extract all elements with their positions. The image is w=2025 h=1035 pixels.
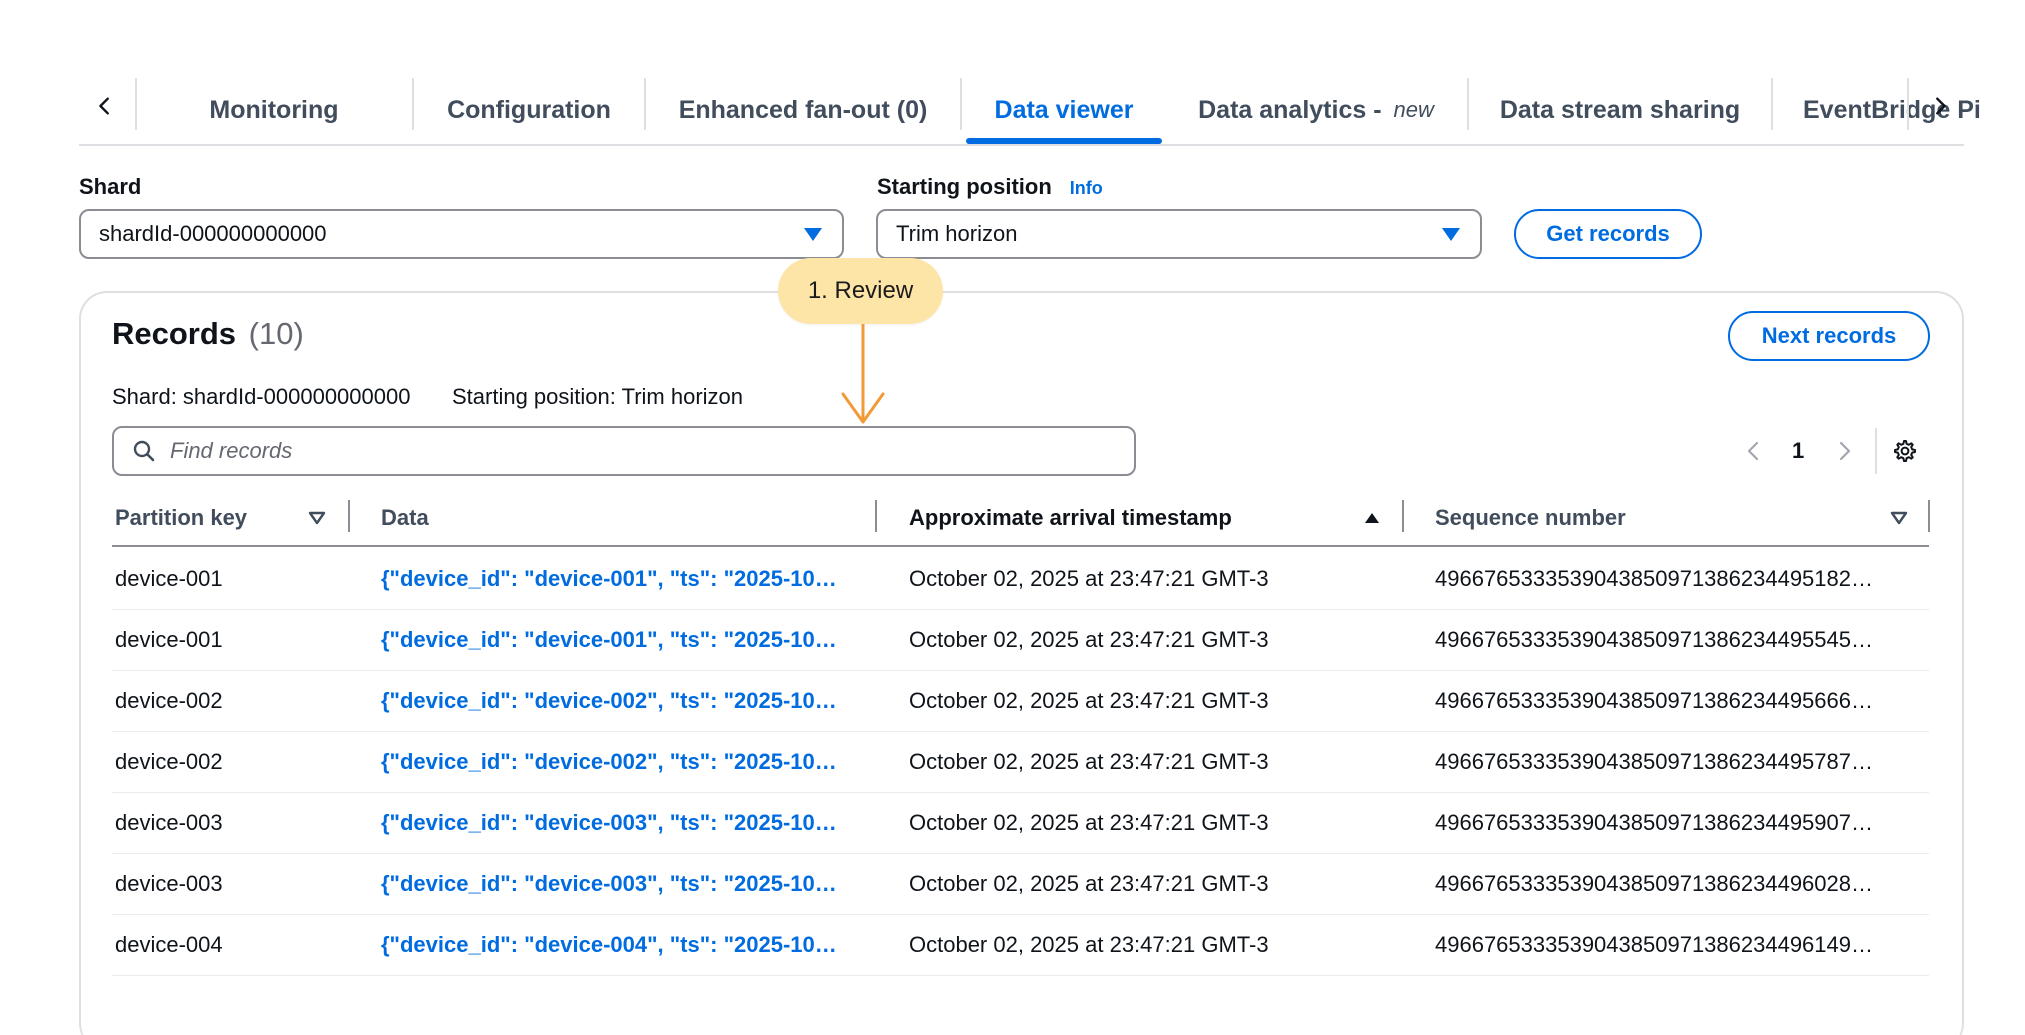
table-row: device-002 {"device_id": "device-002", "t… [112, 732, 1929, 793]
sequence-number-cell: 4966765333539043850971386234495545… [1435, 627, 1874, 652]
data-cell-link[interactable]: {"device_id": "device-002", "ts": "2025-… [381, 671, 856, 731]
partition-key-cell: device-001 [115, 566, 223, 591]
search-field[interactable] [112, 426, 1136, 476]
pager-divider [1875, 428, 1877, 474]
starting-position-select-value: Trim horizon [896, 221, 1018, 246]
starting-position-select[interactable]: Trim horizon [876, 209, 1482, 259]
data-cell-link[interactable]: {"device_id": "device-002", "ts": "2025-… [381, 732, 856, 792]
sequence-number-cell: 4966765333539043850971386234495907… [1435, 810, 1874, 835]
sequence-number-cell: 4966765333539043850971386234495666… [1435, 688, 1874, 713]
table-row: device-004 {"device_id": "device-004", "t… [112, 915, 1929, 976]
tab-configuration[interactable]: Configuration [416, 76, 642, 144]
arrival-timestamp-cell: October 02, 2025 at 23:47:21 GMT-3 [909, 688, 1269, 713]
column-header-sequence-number[interactable]: Sequence number [1435, 500, 1626, 536]
previous-page-button[interactable] [1742, 426, 1766, 476]
tab-divider [135, 78, 137, 130]
tab-data-analytics-label: Data analytics - [1198, 95, 1382, 124]
tab-bar: Monitoring Configuration Enhanced fan-ou… [79, 76, 1981, 146]
partition-key-cell: device-004 [115, 932, 223, 957]
chevron-left-icon [1747, 441, 1759, 461]
partition-key-cell: device-001 [115, 627, 223, 652]
column-divider[interactable] [1928, 500, 1930, 532]
chevron-right-icon [1839, 441, 1851, 461]
data-cell-link[interactable]: {"device_id": "device-001", "ts": "2025-… [381, 549, 856, 609]
partition-key-cell: device-002 [115, 688, 223, 713]
tab-divider [1467, 78, 1469, 130]
tab-data-viewer[interactable]: Data viewer [964, 76, 1164, 144]
tab-divider [412, 78, 414, 130]
caret-down-icon [804, 228, 822, 241]
table-row: device-003 {"device_id": "device-003", "t… [112, 793, 1929, 854]
table-header-border [112, 545, 1929, 547]
partition-key-cell: device-002 [115, 749, 223, 774]
sequence-number-cell: 49667653335390438509713862344951​82… [1435, 566, 1874, 591]
chevron-left-icon [99, 97, 109, 115]
sort-unsorted-icon[interactable] [1889, 508, 1909, 528]
tab-data-stream-sharing[interactable]: Data stream sharing [1471, 76, 1769, 144]
column-header-data: Data [381, 505, 429, 530]
gear-icon [1894, 440, 1916, 462]
table-row: device-001 {"device_id": "device-001", "t… [112, 549, 1929, 610]
records-title-text: Records [112, 316, 237, 351]
shard-select[interactable]: shardId-000000000000 [79, 209, 844, 259]
chevron-right-icon [1936, 97, 1946, 115]
shard-label: Shard [79, 174, 142, 199]
data-viewer-page: Monitoring Configuration Enhanced fan-ou… [0, 0, 2025, 1035]
data-cell-link[interactable]: {"device_id": "device-004", "ts": "2025-… [381, 915, 856, 975]
tab-data-analytics[interactable]: Data analytics - new [1166, 76, 1466, 144]
starting-position-label: Starting position Info [877, 174, 1103, 200]
search-icon [133, 440, 155, 462]
next-page-button[interactable] [1832, 426, 1856, 476]
review-callout: 1. Review [778, 258, 943, 324]
starting-position-label-text: Starting position [877, 174, 1052, 199]
column-divider[interactable] [1402, 500, 1404, 532]
get-records-button[interactable]: Get records [1514, 209, 1702, 259]
table-row: device-002 {"device_id": "device-002", "t… [112, 671, 1929, 732]
sequence-number-cell: 4966765333539043850971386234496028… [1435, 871, 1874, 896]
partition-key-cell: device-003 [115, 810, 223, 835]
partition-key-cell: device-003 [115, 871, 223, 896]
column-header-partition-key[interactable]: Partition key [115, 500, 247, 536]
callout-arrow-icon [841, 324, 885, 424]
sort-ascending-icon[interactable] [1362, 508, 1382, 528]
shard-select-value: shardId-000000000000 [99, 221, 327, 246]
arrival-timestamp-cell: October 02, 2025 at 23:47:21 GMT-3 [909, 627, 1269, 652]
tab-divider [644, 78, 646, 130]
page-number-button[interactable]: 1 [1792, 426, 1804, 476]
table-row: device-001 {"device_id": "device-001", "t… [112, 610, 1929, 671]
tab-scroll-left-button[interactable] [85, 84, 125, 128]
tab-enhanced-fan-out[interactable]: Enhanced fan-out (0) [648, 76, 958, 144]
table-row: device-003 {"device_id": "device-003", "t… [112, 854, 1929, 915]
search-input[interactable] [170, 438, 1070, 464]
tab-scroll-right-button[interactable] [1920, 84, 1960, 128]
data-cell-link[interactable]: {"device_id": "device-003", "ts": "2025-… [381, 854, 856, 914]
shard-meta: Shard: shardId-000000000000 [112, 384, 411, 409]
data-cell-link[interactable]: {"device_id": "device-003", "ts": "2025-… [381, 793, 856, 853]
column-divider[interactable] [875, 500, 877, 532]
caret-down-icon [1442, 228, 1460, 241]
arrival-timestamp-cell: October 02, 2025 at 23:47:21 GMT-3 [909, 749, 1269, 774]
column-header-arrival-timestamp[interactable]: Approximate arrival timestamp [909, 500, 1232, 536]
tab-divider [1771, 78, 1773, 130]
new-badge: new [1393, 97, 1434, 122]
next-records-button[interactable]: Next records [1728, 311, 1930, 361]
sequence-number-cell: 4966765333539043850971386234496149… [1435, 932, 1874, 957]
sort-unsorted-icon[interactable] [307, 508, 327, 528]
tab-divider [960, 78, 962, 130]
data-cell-link[interactable]: {"device_id": "device-001", "ts": "2025-… [381, 610, 856, 670]
tab-monitoring[interactable]: Monitoring [139, 76, 409, 144]
preferences-button[interactable] [1893, 426, 1917, 476]
sequence-number-cell: 4966765333539043850971386234495787… [1435, 749, 1874, 774]
records-title: Records (10) [112, 316, 304, 352]
column-divider[interactable] [348, 500, 350, 532]
arrival-timestamp-cell: October 02, 2025 at 23:47:21 GMT-3 [909, 810, 1269, 835]
arrival-timestamp-cell: October 02, 2025 at 23:47:21 GMT-3 [909, 871, 1269, 896]
records-count: (10) [248, 316, 304, 351]
arrival-timestamp-cell: October 02, 2025 at 23:47:21 GMT-3 [909, 566, 1269, 591]
info-link[interactable]: Info [1070, 178, 1103, 198]
starting-position-meta: Starting position: Trim horizon [452, 384, 744, 409]
tab-divider [1907, 78, 1909, 130]
arrival-timestamp-cell: October 02, 2025 at 23:47:21 GMT-3 [909, 932, 1269, 957]
